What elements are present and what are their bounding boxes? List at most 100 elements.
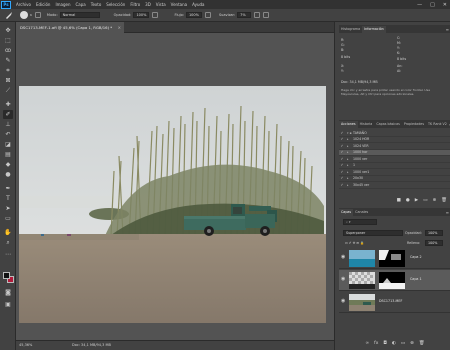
layer-mask-thumbnail[interactable] <box>379 250 405 267</box>
close-document-icon[interactable]: × <box>118 22 121 33</box>
add-mask-icon[interactable]: ◘ <box>383 341 387 346</box>
eye-icon[interactable]: ◉ <box>341 298 345 304</box>
menu-3d[interactable]: 3D <box>145 2 151 7</box>
pressure-size-icon[interactable] <box>263 12 270 18</box>
chevron-right-icon[interactable]: ▸ <box>345 170 353 174</box>
menu-image[interactable]: Imagen <box>55 2 70 7</box>
blur-tool-icon[interactable]: ◆ <box>3 160 13 169</box>
flow-field[interactable]: 100% <box>185 12 202 18</box>
chevron-right-icon[interactable]: ▸ <box>345 183 353 187</box>
path-selection-tool-icon[interactable]: ➤ <box>3 204 13 213</box>
layer-filter-select[interactable]: ⌕ ▾ <box>343 219 377 225</box>
new-layer-icon[interactable]: ⊕ <box>410 341 414 346</box>
opacity-field[interactable]: 100% <box>133 12 150 18</box>
layer-name[interactable]: Capa 2 <box>410 255 422 259</box>
chevron-right-icon[interactable]: ▸ <box>345 176 353 180</box>
brush-tool-preset-icon[interactable] <box>4 10 14 20</box>
tab-channels[interactable]: Canales <box>353 209 370 216</box>
dodge-tool-icon[interactable]: ● <box>3 170 13 179</box>
panel-menu-icon[interactable]: ≡ <box>446 26 449 33</box>
quick-mask-icon[interactable]: ◙ <box>3 288 13 297</box>
panel-menu-icon[interactable]: ≡ <box>446 209 449 216</box>
document-tab[interactable]: DSC1713-MEF-1.afi @ 45,6% (Capa 1, RGB/1… <box>16 22 124 33</box>
tab-layers[interactable]: Capas <box>339 209 354 216</box>
pressure-opacity-icon[interactable] <box>152 12 159 18</box>
chevron-right-icon[interactable]: ▸ <box>345 163 353 167</box>
layer-name[interactable]: DSC1713-MEF <box>379 299 402 303</box>
delete-layer-icon[interactable]: 🗑 <box>419 341 425 346</box>
zoom-level[interactable]: 45,36% <box>19 343 32 347</box>
tab-properties[interactable]: Propiedades <box>402 121 426 128</box>
menu-window[interactable]: Ventana <box>171 2 187 7</box>
menu-file[interactable]: Archivo <box>16 2 31 7</box>
more-tools-icon[interactable]: ⋯ <box>3 250 13 259</box>
mode-select[interactable]: Normal <box>59 12 100 18</box>
maximize-button[interactable]: □ <box>430 2 435 8</box>
airbrush-icon[interactable] <box>204 12 211 18</box>
tab-tk-rank[interactable]: TK Rank V2 <box>426 121 449 128</box>
quick-selection-tool-icon[interactable]: ✎ <box>3 56 13 65</box>
clone-stamp-tool-icon[interactable]: ⊥ <box>3 120 13 129</box>
eye-icon[interactable]: ◉ <box>341 254 345 260</box>
marquee-tool-icon[interactable]: ⬚ <box>3 36 13 45</box>
layer-mask-thumbnail[interactable] <box>379 272 405 289</box>
layer-opacity-field[interactable]: 100% <box>425 230 443 236</box>
menu-filter[interactable]: Filtro <box>130 2 140 7</box>
document-image[interactable] <box>19 86 326 323</box>
tab-history[interactable]: Historia <box>358 121 375 128</box>
folder-icon[interactable]: ▾ ▪ <box>345 131 353 135</box>
brush-preview-icon[interactable] <box>20 11 28 19</box>
layer-row[interactable]: ◉ DSC1713-MEF <box>339 292 450 313</box>
chevron-right-icon[interactable]: ▸ <box>345 137 353 141</box>
smoothing-options-icon[interactable] <box>254 12 261 18</box>
color-swatches[interactable] <box>3 272 14 283</box>
new-set-icon[interactable]: ▭ <box>423 198 427 203</box>
menu-edit[interactable]: Edición <box>36 2 50 7</box>
menu-type[interactable]: Texto <box>91 2 102 7</box>
lock-icons[interactable]: ⊡ ✐ ✥ ⊞ 🔒 <box>345 241 364 245</box>
layer-thumbnail[interactable] <box>349 294 375 311</box>
eyedropper-tool-icon[interactable]: ⟋ <box>3 86 13 95</box>
layer-row[interactable]: ◉ Capa 2 <box>339 248 450 269</box>
stop-icon[interactable]: ■ <box>397 198 401 203</box>
healing-brush-tool-icon[interactable]: ✚ <box>3 100 13 109</box>
minimize-button[interactable]: — <box>417 2 422 8</box>
hand-tool-icon[interactable]: ✋ <box>3 228 13 237</box>
eraser-tool-icon[interactable]: ◪ <box>3 140 13 149</box>
blend-mode-select[interactable]: Superponer <box>343 230 403 236</box>
close-button[interactable]: ✕ <box>443 2 447 8</box>
fill-field[interactable]: 100% <box>425 240 443 246</box>
screen-mode-icon[interactable]: ▣ <box>3 300 13 309</box>
link-layers-icon[interactable]: ∞ <box>365 341 369 346</box>
menu-select[interactable]: Selección <box>106 2 125 7</box>
lasso-tool-icon[interactable]: ꝏ <box>3 46 13 55</box>
chevron-right-icon[interactable]: ▸ <box>345 150 353 154</box>
eye-icon[interactable]: ◉ <box>341 276 345 282</box>
layer-name[interactable]: Capa 1 <box>410 277 422 281</box>
layer-style-icon[interactable]: fx <box>374 341 378 346</box>
crop-tool-icon[interactable]: ⌗ <box>3 66 13 75</box>
pen-tool-icon[interactable]: ✒ <box>3 184 13 193</box>
gradient-tool-icon[interactable]: ▤ <box>3 150 13 159</box>
canvas-area[interactable] <box>16 33 334 340</box>
move-tool-icon[interactable]: ✥ <box>3 26 13 35</box>
record-icon[interactable]: ● <box>406 198 410 203</box>
menu-view[interactable]: Vista <box>156 2 166 7</box>
new-group-icon[interactable]: ▭ <box>401 341 405 346</box>
smoothing-field[interactable]: 7% <box>237 12 252 18</box>
chevron-right-icon[interactable]: ▸ <box>345 144 353 148</box>
history-brush-tool-icon[interactable]: ↶ <box>3 130 13 139</box>
menu-layer[interactable]: Capa <box>76 2 86 7</box>
brush-tool-icon[interactable]: ✐ <box>3 110 13 119</box>
frame-tool-icon[interactable]: ⊠ <box>3 76 13 85</box>
list-item[interactable]: ✓ ▸ 30x45 ver <box>339 182 450 189</box>
brush-size[interactable]: 6 <box>30 13 32 17</box>
tab-actions[interactable]: Acciones <box>339 121 358 128</box>
delete-icon[interactable]: 🗑 <box>441 198 447 203</box>
tab-info[interactable]: Información <box>362 26 386 33</box>
chevron-right-icon[interactable]: ▸ <box>345 157 353 161</box>
zoom-tool-icon[interactable]: ⌕ <box>3 238 13 247</box>
adjustment-layer-icon[interactable]: ◐ <box>392 341 396 346</box>
layer-thumbnail[interactable] <box>349 272 375 289</box>
tab-histogram[interactable]: Histograma <box>339 26 362 33</box>
